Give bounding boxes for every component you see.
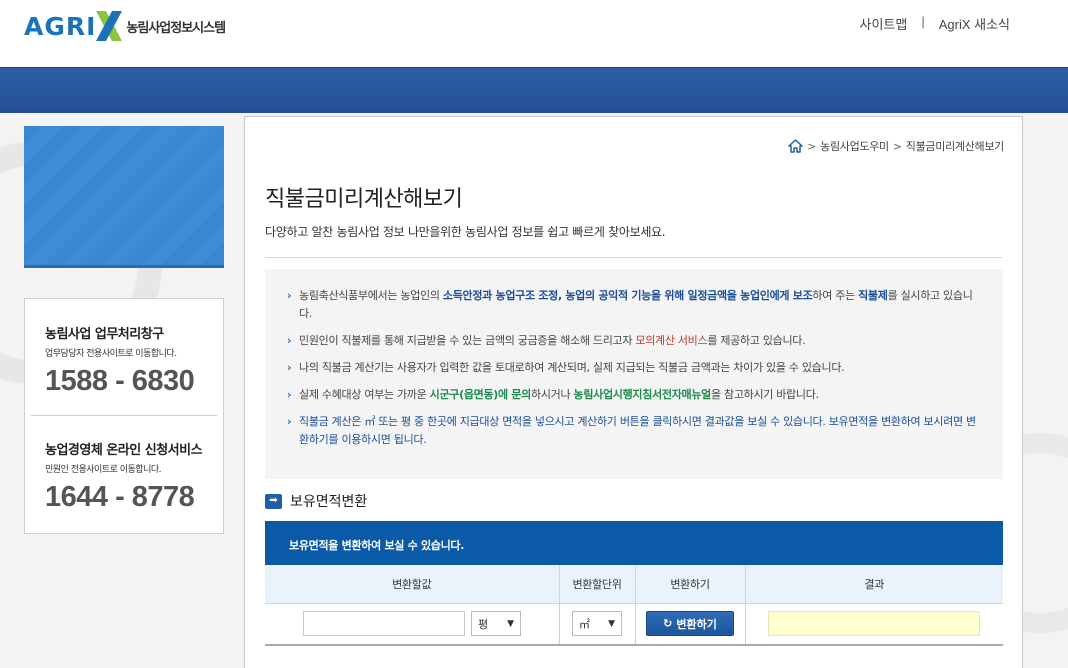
converter-section-header: ➡ 보유면적변환 xyxy=(265,491,367,511)
notice-text: 를 제공하고 있습니다. xyxy=(707,334,806,347)
sidebar-contact-box: 농림사업 업무처리창구 업무담당자 전용사이트로 이동합니다. 1588 - 6… xyxy=(24,298,224,534)
notice-item: 나의 직불금 계산기는 사용자가 입력한 값을 토대로하여 계산되며, 실제 지… xyxy=(287,359,977,377)
contact-title: 농업경영체 온라인 신청서비스 xyxy=(45,443,203,458)
contact-title: 농림사업 업무처리창구 xyxy=(45,327,164,342)
arrow-right-icon: ➡ xyxy=(265,493,282,509)
notice-item: 실제 수혜대상 여부는 가까운 시군구(읍면동)에 문의하시거나 농림사업시행지… xyxy=(287,386,977,404)
unit-cell: ㎡ ▼ xyxy=(559,603,636,646)
logo-subtitle: 농림사업정보시스템 xyxy=(126,20,226,36)
notice-text: 시군구(읍면동)에 문의 xyxy=(429,388,532,401)
top-banner xyxy=(0,67,1068,113)
notice-text: 하시거나 xyxy=(531,388,574,401)
convert-button-label: 변환하기 xyxy=(676,617,717,631)
contact-subtitle: 민원인 전용사이트로 이동합니다. xyxy=(45,465,162,475)
breadcrumb-separator: > xyxy=(892,139,902,153)
input-cell: 평 ▼ xyxy=(265,603,560,646)
logo-wordmark: AGRI xyxy=(24,11,97,41)
contact-phone: 1588 - 6830 xyxy=(45,365,195,397)
notice-text: 을 참고하시기 바랍니다. xyxy=(710,388,819,401)
area-value-input[interactable] xyxy=(302,611,465,637)
sidebar-divider xyxy=(31,415,217,416)
convert-button[interactable]: ↻ 변환하기 xyxy=(646,611,734,637)
main-content: > 농림사업도우미 > 직불금미리계산해보기 직불금미리계산해보기 다양하고 알… xyxy=(244,116,1023,668)
notice-text: 농림축산식품부에서는 농업인의 xyxy=(299,289,443,302)
contact-office[interactable]: 농림사업 업무처리창구 업무담당자 전용사이트로 이동합니다. 1588 - 6… xyxy=(45,323,215,398)
chevron-down-icon: ▼ xyxy=(507,618,514,629)
notice-text: 나의 직불금 계산기는 사용자가 입력한 값을 토대로하여 계산되며, 실제 지… xyxy=(299,361,845,374)
table-row: 평 ▼ ㎡ ▼ ↻ 변환하기 xyxy=(265,603,1003,646)
logo-x-mark xyxy=(96,11,123,41)
contact-subtitle: 업무담당자 전용사이트로 이동합니다. xyxy=(45,349,177,359)
breadcrumb-item[interactable]: 농림사업도우미 xyxy=(820,138,889,154)
sitemap-link[interactable]: 사이트맵 xyxy=(859,14,907,33)
top-links: 사이트맵 | AgriX 새소식 xyxy=(859,14,1010,33)
result-cell xyxy=(745,603,1003,646)
notice-box: 농림축산식품부에서는 농업인의 소득안정과 농업구조 조정, 농업의 공익적 기… xyxy=(265,269,1003,479)
contact-online[interactable]: 농업경영체 온라인 신청서비스 민원인 전용사이트로 이동합니다. 1644 -… xyxy=(45,439,215,514)
refresh-icon: ↻ xyxy=(663,617,673,631)
unit-from-select[interactable]: 평 ▼ xyxy=(471,611,521,637)
agrix-news-link[interactable]: AgriX 새소식 xyxy=(939,14,1010,33)
divider xyxy=(265,257,1002,258)
contact-phone: 1644 - 8778 xyxy=(45,481,195,513)
converter-table: 변환할값 변환할단위 변환하기 결과 평 ▼ ㎡ ▼ ↻ 변환하기 xyxy=(265,565,1003,646)
notice-text: 직불금 계산은 ㎡ 또는 평 중 한곳에 지급대상 면적을 넣으시고 계산하기 … xyxy=(299,415,976,446)
page-description: 다양하고 알찬 농림사업 정보 나만을위한 농림사업 정보를 쉽고 빠르게 찾아… xyxy=(265,225,666,239)
table-header-row: 변환할값 변환할단위 변환하기 결과 xyxy=(265,565,1003,604)
unit-to-value: ㎡ xyxy=(579,617,590,631)
notice-text: 농림사업시행지침서전자매뉴얼 xyxy=(573,388,712,401)
breadcrumb: > 농림사업도우미 > 직불금미리계산해보기 xyxy=(788,138,1004,154)
site-header: AGRI 농림사업정보시스템 사이트맵 | AgriX 새소식 xyxy=(0,0,1068,67)
notice-item: 직불금 계산은 ㎡ 또는 평 중 한곳에 지급대상 면적을 넣으시고 계산하기 … xyxy=(287,413,977,449)
notice-text: 소득안정과 농업구조 조정, 농업의 공익적 기능을 위해 일정금액을 농업인에… xyxy=(442,289,813,302)
column-header: 결과 xyxy=(745,565,1003,604)
converter-info-bar: 보유면적을 변환하여 보실 수 있습니다. xyxy=(265,521,1003,565)
notice-text: 민원인이 직불제를 통해 지급받을 수 있는 금액의 궁금증을 해소해 드리고자 xyxy=(299,334,636,347)
unit-from-value: 평 xyxy=(478,617,489,631)
chevron-down-icon: ▼ xyxy=(608,618,615,629)
site-logo[interactable]: AGRI 농림사업정보시스템 xyxy=(24,8,226,44)
column-header: 변환할값 xyxy=(265,565,560,604)
notice-text: 실제 수혜대상 여부는 가까운 xyxy=(299,388,430,401)
button-cell: ↻ 변환하기 xyxy=(635,603,746,646)
page-title: 직불금미리계산해보기 xyxy=(265,187,463,212)
notice-list: 농림축산식품부에서는 농업인의 소득안정과 농업구조 조정, 농업의 공익적 기… xyxy=(287,287,977,458)
sidebar-banner-image[interactable] xyxy=(24,126,224,268)
notice-text: 직불제 xyxy=(858,289,888,302)
notice-item: 농림축산식품부에서는 농업인의 소득안정과 농업구조 조정, 농업의 공익적 기… xyxy=(287,287,977,323)
column-header: 변환하기 xyxy=(635,565,746,604)
notice-text: 하여 주는 xyxy=(812,289,859,302)
link-separator: | xyxy=(921,14,925,29)
notice-text: 모의계산 서비스 xyxy=(635,334,708,347)
home-icon[interactable] xyxy=(788,139,803,153)
column-header: 변환할단위 xyxy=(559,565,636,604)
breadcrumb-item-current: 직불금미리계산해보기 xyxy=(905,140,1005,153)
breadcrumb-separator: > xyxy=(807,139,817,153)
result-field xyxy=(768,611,981,637)
notice-item: 민원인이 직불제를 통해 지급받을 수 있는 금액의 궁금증을 해소해 드리고자… xyxy=(287,332,977,350)
unit-to-select[interactable]: ㎡ ▼ xyxy=(572,611,622,637)
section-title: 보유면적변환 xyxy=(290,494,368,510)
